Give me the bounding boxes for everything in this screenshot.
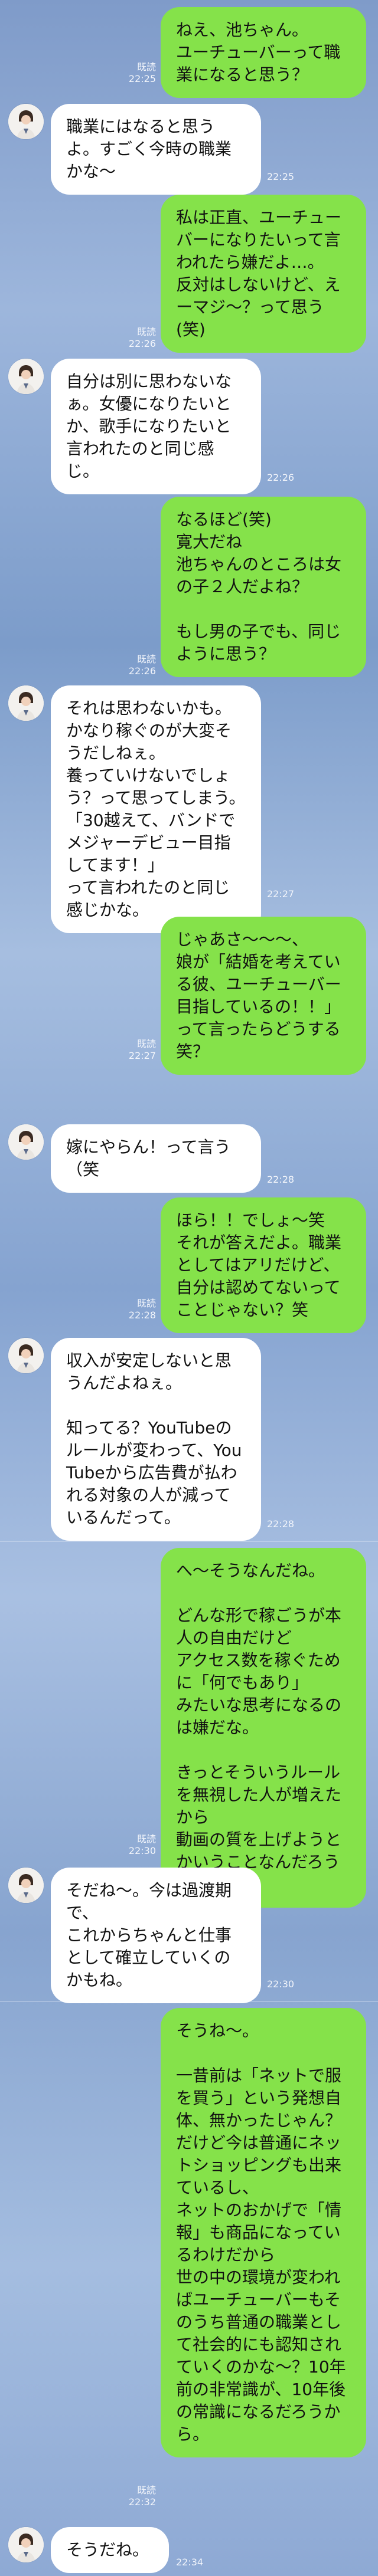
read-receipt: 既読 <box>136 1298 156 1309</box>
message-time: 22:30 <box>128 1845 156 1856</box>
contact-avatar[interactable] <box>8 2527 44 2562</box>
message-sent: ねえ、池ちゃん。 ユーチューバーって職業になると思う？ <box>161 7 366 98</box>
read-receipt: 既読 <box>136 654 156 665</box>
read-receipt: 既読 <box>136 2485 156 2496</box>
message-bubble[interactable]: なるほど(笑) 寛大だね 池ちゃんのところは女の子２人だよね？ もし男の子でも、… <box>161 497 366 677</box>
message-bubble[interactable]: それは思わないかも。 かなり稼ぐのが大変そうだしねぇ。 養っていけないでしょう？… <box>51 685 261 933</box>
person-icon <box>8 2527 44 2562</box>
read-receipt: 既読 <box>136 61 156 73</box>
message-time: 22:25 <box>128 73 156 84</box>
message-sent: ほら！！でしょ〜笑 それが答えだよ。職業としてはアリだけど、自分は認めてないって… <box>161 1197 366 1333</box>
person-icon <box>8 1124 44 1160</box>
message-time: 22:30 <box>267 1978 295 1990</box>
message-bubble[interactable]: へ〜そうなんだね。 どんな形で稼ごうが本人の自由だけど アクセス数を稼ぐために「… <box>161 1548 366 1908</box>
message-time: 22:26 <box>128 338 156 349</box>
message-time: 22:26 <box>267 472 295 483</box>
message-sent: へ〜そうなんだね。 どんな形で稼ごうが本人の自由だけど アクセス数を稼ぐために「… <box>161 1548 366 1908</box>
message-bubble[interactable]: そだね〜。今は過渡期で、 これからちゃんと仕事として確立していくのかもね。 <box>51 1868 261 2003</box>
message-received: それは思わないかも。 かなり稼ぐのが大変そうだしねぇ。 養っていけないでしょう？… <box>51 685 261 933</box>
read-receipt: 既読 <box>136 1833 156 1845</box>
message-bubble[interactable]: 嫁にやらん！って言う（笑 <box>51 1124 261 1193</box>
person-icon <box>8 685 44 721</box>
message-time: 22:28 <box>267 1174 295 1185</box>
contact-avatar[interactable] <box>8 1338 44 1373</box>
message-bubble[interactable]: そうね〜。 一昔前は「ネットで服を買う」という発想自体、無かったじゃん？ だけど… <box>161 2008 366 2457</box>
message-time: 22:27 <box>267 888 295 900</box>
contact-avatar[interactable] <box>8 1868 44 1903</box>
divider <box>0 1541 378 1542</box>
message-time: 22:28 <box>128 1310 156 1321</box>
person-icon <box>8 359 44 394</box>
message-received: 収入が安定しないと思うんだよねぇ。 知ってる？YouTubeのルールが変わって、… <box>51 1338 261 1541</box>
chat-area: ねえ、池ちゃん。 ユーチューバーって職業になると思う？ 既読 22:25 職業に… <box>0 0 378 2576</box>
message-bubble[interactable]: 自分は別に思わないなぁ。女優になりたいとか、歌手になりたいと言われたのと同じ感じ… <box>51 359 261 494</box>
divider <box>0 2001 378 2002</box>
message-received: 嫁にやらん！って言う（笑 <box>51 1124 261 1193</box>
contact-avatar[interactable] <box>8 1124 44 1160</box>
message-bubble[interactable]: じゃあさ〜〜〜、 娘が「結婚を考えている彼、ユーチューバー目指しているの！！」っ… <box>161 917 366 1075</box>
message-time: 22:26 <box>128 665 156 677</box>
person-icon <box>8 1868 44 1903</box>
message-received: そだね〜。今は過渡期で、 これからちゃんと仕事として確立していくのかもね。 <box>51 1868 261 2003</box>
contact-avatar[interactable] <box>8 685 44 721</box>
message-time: 22:25 <box>267 171 295 182</box>
message-time: 22:28 <box>267 1518 295 1530</box>
contact-avatar[interactable] <box>8 104 44 139</box>
message-received: そうだね。 <box>51 2527 169 2573</box>
message-sent: そうね〜。 一昔前は「ネットで服を買う」という発想自体、無かったじゃん？ だけど… <box>161 2008 366 2457</box>
message-time: 22:32 <box>128 2496 156 2508</box>
read-receipt: 既読 <box>136 326 156 337</box>
read-receipt: 既読 <box>136 1038 156 1049</box>
message-bubble[interactable]: そうだね。 <box>51 2527 169 2573</box>
message-bubble[interactable]: 収入が安定しないと思うんだよねぇ。 知ってる？YouTubeのルールが変わって、… <box>51 1338 261 1541</box>
message-sent: なるほど(笑) 寛大だね 池ちゃんのところは女の子２人だよね？ もし男の子でも、… <box>161 497 366 677</box>
message-bubble[interactable]: 私は正直、ユーチューバーになりたいって言われたら嫌だよ…。 反対はしないけど、え… <box>161 195 366 353</box>
message-bubble[interactable]: ねえ、池ちゃん。 ユーチューバーって職業になると思う？ <box>161 7 366 98</box>
person-icon <box>8 1338 44 1373</box>
message-bubble[interactable]: 職業にはなると思うよ。すごく今時の職業かな〜 <box>51 104 261 195</box>
contact-avatar[interactable] <box>8 359 44 394</box>
message-time: 22:27 <box>128 1050 156 1061</box>
message-sent: 私は正直、ユーチューバーになりたいって言われたら嫌だよ…。 反対はしないけど、え… <box>161 195 366 353</box>
message-bubble[interactable]: ほら！！でしょ〜笑 それが答えだよ。職業としてはアリだけど、自分は認めてないって… <box>161 1197 366 1333</box>
person-icon <box>8 104 44 139</box>
message-received: 自分は別に思わないなぁ。女優になりたいとか、歌手になりたいと言われたのと同じ感じ… <box>51 359 261 494</box>
message-sent: じゃあさ〜〜〜、 娘が「結婚を考えている彼、ユーチューバー目指しているの！！」っ… <box>161 917 366 1075</box>
message-time: 22:34 <box>176 2557 204 2568</box>
message-received: 職業にはなると思うよ。すごく今時の職業かな〜 <box>51 104 261 195</box>
